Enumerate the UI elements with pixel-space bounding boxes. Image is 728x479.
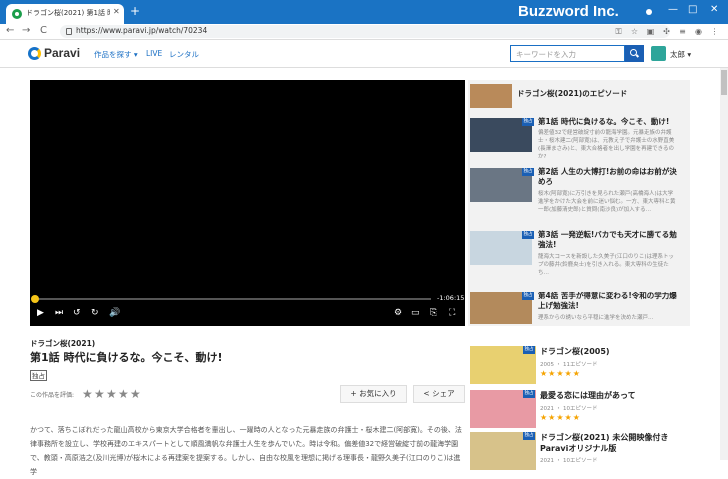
search-input[interactable]: キーワードを入力 bbox=[510, 45, 625, 62]
episode-desc: 龍海大コースを新設した久美子(江口のりこ)は理系トップの藤井(鈴鹿央士)を引き入… bbox=[538, 254, 675, 276]
episode-item[interactable]: 独占 第3話 一発逆転!バカでも天才に勝てる勉強法! 龍海大コースを新設した久美… bbox=[470, 230, 680, 291]
rewind-icon[interactable]: ↺ bbox=[73, 308, 81, 318]
video-player[interactable] bbox=[30, 80, 465, 326]
user-menu[interactable]: 太郎 ▾ bbox=[670, 49, 691, 60]
related-item[interactable]: 独占 ドラゴン桜(2005) 2005 ・ 11エピソード ★★★★★ bbox=[470, 346, 680, 386]
nav-rental[interactable]: レンタル bbox=[169, 49, 199, 60]
next-icon[interactable]: ⏭ bbox=[55, 308, 63, 318]
maximize-button[interactable]: □ bbox=[688, 4, 697, 15]
episodes-panel-title: ドラゴン桜(2021)のエピソード bbox=[517, 89, 628, 98]
related-title: ドラゴン桜(2005) bbox=[540, 347, 610, 356]
forward-button[interactable]: → bbox=[22, 25, 30, 36]
episode-title: 第3話 一発逆転!バカでも天才に勝てる勉強法! bbox=[538, 230, 677, 249]
exclusive-badge: 独占 bbox=[522, 231, 534, 239]
related-item[interactable]: 独占 最愛る恋には理由があって 2021 ・ 10エピソード ★★★★★ bbox=[470, 390, 680, 430]
paravi-logo-icon bbox=[28, 47, 41, 60]
close-window-button[interactable]: ✕ bbox=[710, 4, 718, 15]
profile-icon[interactable]: ◉ bbox=[694, 27, 703, 36]
profile-dot-icon bbox=[646, 9, 652, 15]
volume-icon[interactable]: 🔊 bbox=[109, 308, 120, 318]
show-name[interactable]: ドラゴン桜(2021) bbox=[30, 338, 95, 349]
play-icon[interactable]: ▶ bbox=[37, 308, 44, 318]
related-meta: 2021 ・ 10エピソード bbox=[540, 458, 598, 464]
lock-icon bbox=[66, 28, 72, 35]
rating-star-icon[interactable]: ★ bbox=[106, 387, 117, 401]
rating-star-icon[interactable]: ★ bbox=[130, 387, 141, 401]
tab-close-icon[interactable]: ✕ bbox=[113, 7, 120, 16]
avatar[interactable] bbox=[651, 46, 666, 61]
forward-icon[interactable]: ↻ bbox=[91, 308, 99, 318]
exclusive-badge: 独占 bbox=[522, 168, 534, 176]
settings-icon[interactable]: ⚙ bbox=[394, 308, 402, 318]
favorite-button[interactable]: + お気に入り bbox=[340, 385, 407, 403]
page-scrollbar[interactable] bbox=[720, 68, 728, 460]
episode-item[interactable]: 独占 第4話 苦手が得意に変わる!令和の学力爆上げ勉強法! 理系からの誘いなら平… bbox=[470, 292, 680, 324]
new-tab-button[interactable]: + bbox=[130, 4, 140, 18]
progress-knob[interactable] bbox=[31, 295, 39, 303]
rating-star-icon[interactable]: ★ bbox=[94, 387, 105, 401]
browser-tabbar: ドラゴン桜(2021) 第1話 時代に負け ✕ + Buzzword Inc. … bbox=[0, 0, 728, 24]
minimize-button[interactable]: — bbox=[668, 4, 678, 15]
related-meta: 2005 ・ 11エピソード bbox=[540, 362, 598, 368]
brand-overlay: Buzzword Inc. bbox=[518, 3, 619, 20]
show-thumbnail bbox=[470, 84, 512, 108]
address-bar-row: ← → C https://www.paravi.jp/watch/70234 … bbox=[0, 24, 728, 40]
related-title: 最愛る恋には理由があって bbox=[540, 391, 636, 400]
rating-star-icon[interactable]: ★ bbox=[82, 387, 93, 401]
exclusive-badge: 独占 bbox=[522, 292, 534, 300]
exclusive-badge: 独占 bbox=[523, 346, 535, 354]
episode-desc: 理系からの誘いなら平穏に進学を決めた瀬戸… bbox=[538, 315, 654, 321]
episode-item[interactable]: 独占 第2話 人生の大博打!お前の命はお前が決めろ 桜木(阿部寛)に万引きを見ら… bbox=[470, 167, 680, 228]
nav-browse[interactable]: 作品を探す ▾ bbox=[94, 49, 138, 60]
episode-description: かつて、落ちこぼれだった龍山高校から東京大学合格者を輩出し、一躍時の人となった元… bbox=[30, 426, 462, 476]
progress-bar[interactable] bbox=[34, 298, 431, 300]
extension-icon[interactable]: ▣ bbox=[646, 27, 655, 36]
search-placeholder: キーワードを入力 bbox=[516, 50, 576, 59]
episode-title: 第1話 時代に負けるな。今こそ、動け! bbox=[538, 117, 670, 126]
cast-icon[interactable]: ⎘ bbox=[430, 308, 437, 318]
related-title: ドラゴン桜(2021) 未公開映像付きParaviオリジナル版 bbox=[540, 433, 669, 453]
related-stars: ★★★★★ bbox=[540, 413, 581, 422]
paravi-favicon-icon bbox=[12, 9, 22, 19]
exclusive-tag: 独占 bbox=[30, 370, 47, 381]
playlist-icon[interactable]: ≡ bbox=[678, 27, 687, 36]
rating-star-icon[interactable]: ★ bbox=[118, 387, 129, 401]
menu-icon[interactable]: ⋮ bbox=[710, 27, 719, 36]
rate-label: この作品を評価: bbox=[30, 392, 75, 399]
episode-title: 第4話 苦手が得意に変わる!令和の学力爆上げ勉強法! bbox=[538, 292, 677, 310]
fullscreen-icon[interactable]: ⛶ bbox=[449, 308, 455, 318]
scrollbar-thumb[interactable] bbox=[721, 70, 727, 95]
episode-desc: 桜木(阿部寛)に万引きを見られた瀬戸(高橋海人)は大学進学をかけた大会を前に迷い… bbox=[538, 191, 676, 213]
browser-tab[interactable]: ドラゴン桜(2021) 第1話 時代に負け ✕ bbox=[6, 4, 124, 24]
episode-title: 第2話 人生の大博打!お前の命はお前が決めろ bbox=[538, 167, 677, 186]
nav-live[interactable]: LIVE bbox=[146, 49, 162, 58]
key-icon[interactable]: ⚿ bbox=[614, 27, 623, 36]
reload-button[interactable]: C bbox=[40, 25, 47, 36]
url-text: https://www.paravi.jp/watch/70234 bbox=[76, 26, 208, 35]
related-item[interactable]: 独占 ドラゴン桜(2021) 未公開映像付きParaviオリジナル版 2021 … bbox=[470, 432, 680, 472]
time-remaining: -1:06:15 bbox=[437, 294, 465, 302]
url-field[interactable]: https://www.paravi.jp/watch/70234 bbox=[60, 25, 670, 38]
star-icon[interactable]: ☆ bbox=[630, 27, 639, 36]
related-stars: ★★★★★ bbox=[540, 369, 581, 378]
exclusive-badge: 独占 bbox=[523, 432, 535, 440]
exclusive-badge: 独占 bbox=[522, 118, 534, 126]
share-button[interactable]: < シェア bbox=[413, 385, 465, 403]
page-title: 第1話 時代に負けるな。今こそ、動け! bbox=[30, 351, 223, 364]
search-button[interactable] bbox=[625, 45, 644, 62]
subtitle-icon[interactable]: ▭ bbox=[411, 308, 420, 318]
exclusive-badge: 独占 bbox=[523, 390, 535, 398]
episode-desc: 偏差値32で経営破綻寸前の龍海学園。元暴走族の弁護士・桜木建二(阿部寛)は、元教… bbox=[538, 130, 675, 160]
puzzle-icon[interactable]: ✣ bbox=[662, 27, 671, 36]
tab-title: ドラゴン桜(2021) 第1話 時代に負け bbox=[26, 9, 110, 17]
site-header: Paravi 作品を探す ▾ LIVE レンタル キーワードを入力 太郎 ▾ bbox=[0, 40, 728, 68]
related-meta: 2021 ・ 10エピソード bbox=[540, 406, 598, 412]
back-button[interactable]: ← bbox=[6, 25, 14, 36]
